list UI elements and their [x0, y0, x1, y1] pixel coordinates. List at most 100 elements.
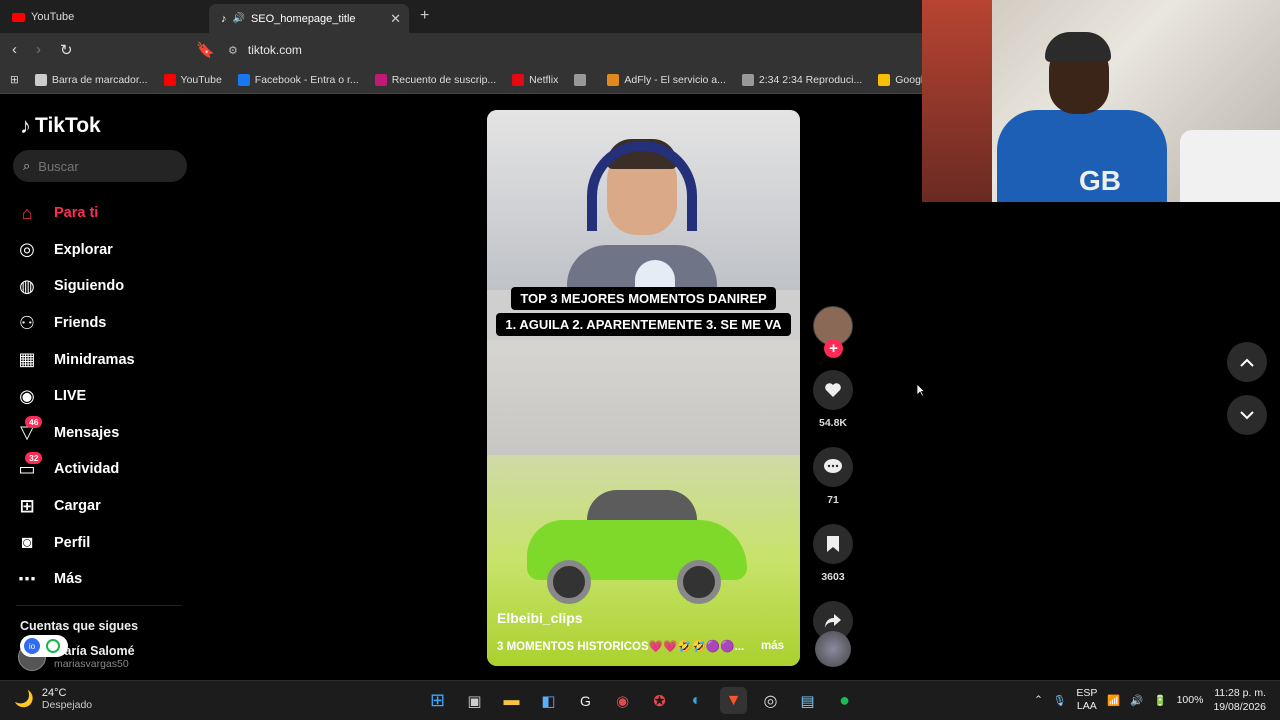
close-tab-icon[interactable]: ✕ [390, 11, 401, 27]
clock[interactable]: 11:28 p. m. 19/08/2026 [1213, 686, 1266, 714]
address-bar-row: ‹ › ↻ 🔖 ⚙ tiktok.com [0, 33, 922, 66]
video-frame-middle [487, 340, 800, 470]
bookmark-item[interactable]: Netflix [504, 73, 566, 86]
bookmark-label: AdFly - El servicio a... [624, 73, 726, 86]
task-view-icon[interactable]: ▣ [461, 687, 488, 714]
bookmark-item[interactable]: Recuento de suscrip... [367, 73, 504, 86]
taskbar-apps: ⊞ ▣ ▬ ◧ G ◉ ✪ ◐ ▼ ◎ ▤ ● [424, 687, 858, 714]
sidebar-item-m-s[interactable]: ⋯ Más [16, 561, 196, 598]
video-player[interactable]: TOP 3 MEJORES MOMENTOS DANIREP 1. AGUILA… [487, 110, 800, 666]
file-explorer-icon[interactable]: ▬ [498, 687, 525, 714]
sidebar-item-para-ti[interactable]: ⌂ Para ti [16, 195, 196, 232]
bookmark-item[interactable]: Facebook - Entra o r... [230, 73, 367, 86]
bookmark-item[interactable]: 2:34 2:34 Reproduci... [734, 73, 870, 86]
bookmarks-bar: ⊞ Barra de marcador... YouTube Facebook - … [0, 66, 922, 94]
sidebar-item-siguiendo[interactable]: ◍ Siguiendo [16, 268, 196, 305]
weather-widget[interactable]: 🌙 24°C Despejado [14, 687, 92, 711]
tab-tiktok[interactable]: ♪ 🔊 SEO_homepage_title ✕ [209, 4, 409, 33]
search-input[interactable] [38, 158, 159, 174]
language-indicator[interactable]: ESP LAA [1076, 687, 1097, 713]
sidebar-item-live[interactable]: ◉ LIVE [16, 378, 196, 415]
volume-icon[interactable]: 🔊 [1130, 694, 1143, 707]
video-author[interactable]: Elbeibi_clips [497, 610, 583, 626]
microphone-icon[interactable]: 🎙 [1053, 694, 1066, 707]
bookmark-item[interactable]: Google AdSe [870, 73, 922, 86]
like-action[interactable]: 54.8K [811, 370, 855, 429]
more-link[interactable]: más [761, 640, 784, 652]
sidebar-item-label: Más [54, 571, 83, 588]
heart-icon[interactable] [813, 370, 853, 410]
bookmark-label: Google AdSe [895, 73, 922, 86]
tab-youtube[interactable]: YouTube [0, 4, 205, 30]
obs-icon[interactable]: ◎ [757, 687, 784, 714]
netflix-icon [512, 73, 525, 86]
windows-start-icon[interactable]: ⊞ [424, 687, 451, 714]
apps-icon[interactable]: ⊞ [0, 74, 27, 86]
webcam-person: GB [997, 32, 1167, 202]
sidebar-item-label: Friends [54, 315, 107, 332]
date: 19/08/2026 [1213, 701, 1266, 713]
shirt-logo: GB [1079, 165, 1121, 196]
language-code: ESP [1076, 687, 1098, 699]
profile-icon: ◙ [21, 532, 33, 553]
sidebar-item-mensajes[interactable]: ▽ 46 Mensajes [16, 415, 196, 452]
new-tab-button[interactable]: + [420, 7, 429, 25]
site-settings-icon[interactable]: ⚙ [228, 44, 238, 57]
bookmark-item[interactable]: Barra de marcador... [27, 73, 156, 86]
bookmark-item[interactable] [566, 73, 599, 86]
reload-icon[interactable]: ↻ [60, 41, 73, 59]
battery-icon[interactable]: 🔋 [1154, 694, 1167, 707]
bookmark-icon[interactable]: 🔖 [196, 41, 215, 59]
sidebar-item-perfil[interactable]: ◙ Perfil [16, 524, 196, 561]
bookmark-save-icon[interactable] [813, 524, 853, 564]
sidebar-item-friends[interactable]: ⚇ Friends [16, 305, 196, 342]
creator-avatar[interactable]: + [813, 306, 853, 358]
previous-video-button[interactable] [1227, 342, 1267, 382]
music-disc-icon[interactable] [815, 631, 851, 667]
chevron-down-icon [1240, 410, 1254, 419]
next-video-button[interactable] [1227, 395, 1267, 435]
save-count: 3603 [821, 571, 845, 583]
sidebar-item-cargar[interactable]: ⊞ Cargar [16, 488, 196, 525]
facebook-icon [237, 73, 250, 86]
chevron-up-icon[interactable]: ⌃ [1034, 694, 1043, 706]
tiktok-icon: ♪ [221, 12, 227, 25]
search-box[interactable]: ⌕ [13, 150, 187, 182]
edge-icon[interactable]: ◐ [683, 687, 710, 714]
url-field[interactable]: ⚙ tiktok.com [222, 39, 922, 61]
forward-icon[interactable]: › [36, 41, 41, 58]
sidebar-item-explorar[interactable]: ◎ Explorar [16, 232, 196, 269]
spotify-icon[interactable]: ● [831, 687, 858, 714]
sidebar-item-actividad[interactable]: ▭ 32 Actividad [16, 451, 196, 488]
brave-icon[interactable]: ▼ [720, 687, 747, 714]
save-action[interactable]: 3603 [811, 524, 855, 583]
home-icon: ⌂ [21, 202, 33, 223]
status-pill[interactable]: io [20, 635, 68, 657]
bookmark-label: YouTube [180, 73, 222, 86]
follow-plus-icon[interactable]: + [824, 339, 843, 358]
adsense-icon [878, 73, 891, 86]
adobe-icon[interactable]: ◉ [609, 687, 636, 714]
comment-icon[interactable] [813, 447, 853, 487]
capcut-icon[interactable]: ▤ [794, 687, 821, 714]
video-caption-line-2: 1. AGUILA 2. APARENTEMENTE 3. SE ME VA [487, 313, 800, 336]
wifi-icon[interactable]: 📶 [1107, 694, 1120, 707]
sidebar-item-minidramas[interactable]: ▦ Minidramas [16, 341, 196, 378]
mouse-cursor-icon [916, 383, 925, 397]
bookmark-item[interactable]: YouTube [156, 73, 230, 86]
brand-name: TikTok [35, 114, 101, 137]
youtube-icon [163, 73, 176, 86]
comment-action[interactable]: 71 [811, 447, 855, 506]
app-icon[interactable]: G [572, 687, 599, 714]
following-title: Cuentas que sigues [20, 619, 139, 633]
caption-text: TOP 3 MEJORES MOMENTOS DANIREP [511, 287, 776, 310]
acrobat-icon[interactable]: ✪ [646, 687, 673, 714]
back-icon[interactable]: ‹ [12, 41, 17, 58]
bookmark-item[interactable]: AdFly - El servicio a... [599, 73, 734, 86]
caption-text: 1. AGUILA 2. APARENTEMENTE 3. SE ME VA [496, 313, 791, 336]
bookmark-label: Barra de marcador... [51, 73, 148, 86]
store-icon[interactable]: ◧ [535, 687, 562, 714]
browser-tab-bar: YouTube ♪ 🔊 SEO_homepage_title ✕ + [0, 0, 922, 33]
sidebar-item-label: Para ti [54, 205, 99, 222]
tiktok-logo[interactable]: ♪ TikTok [20, 113, 101, 139]
